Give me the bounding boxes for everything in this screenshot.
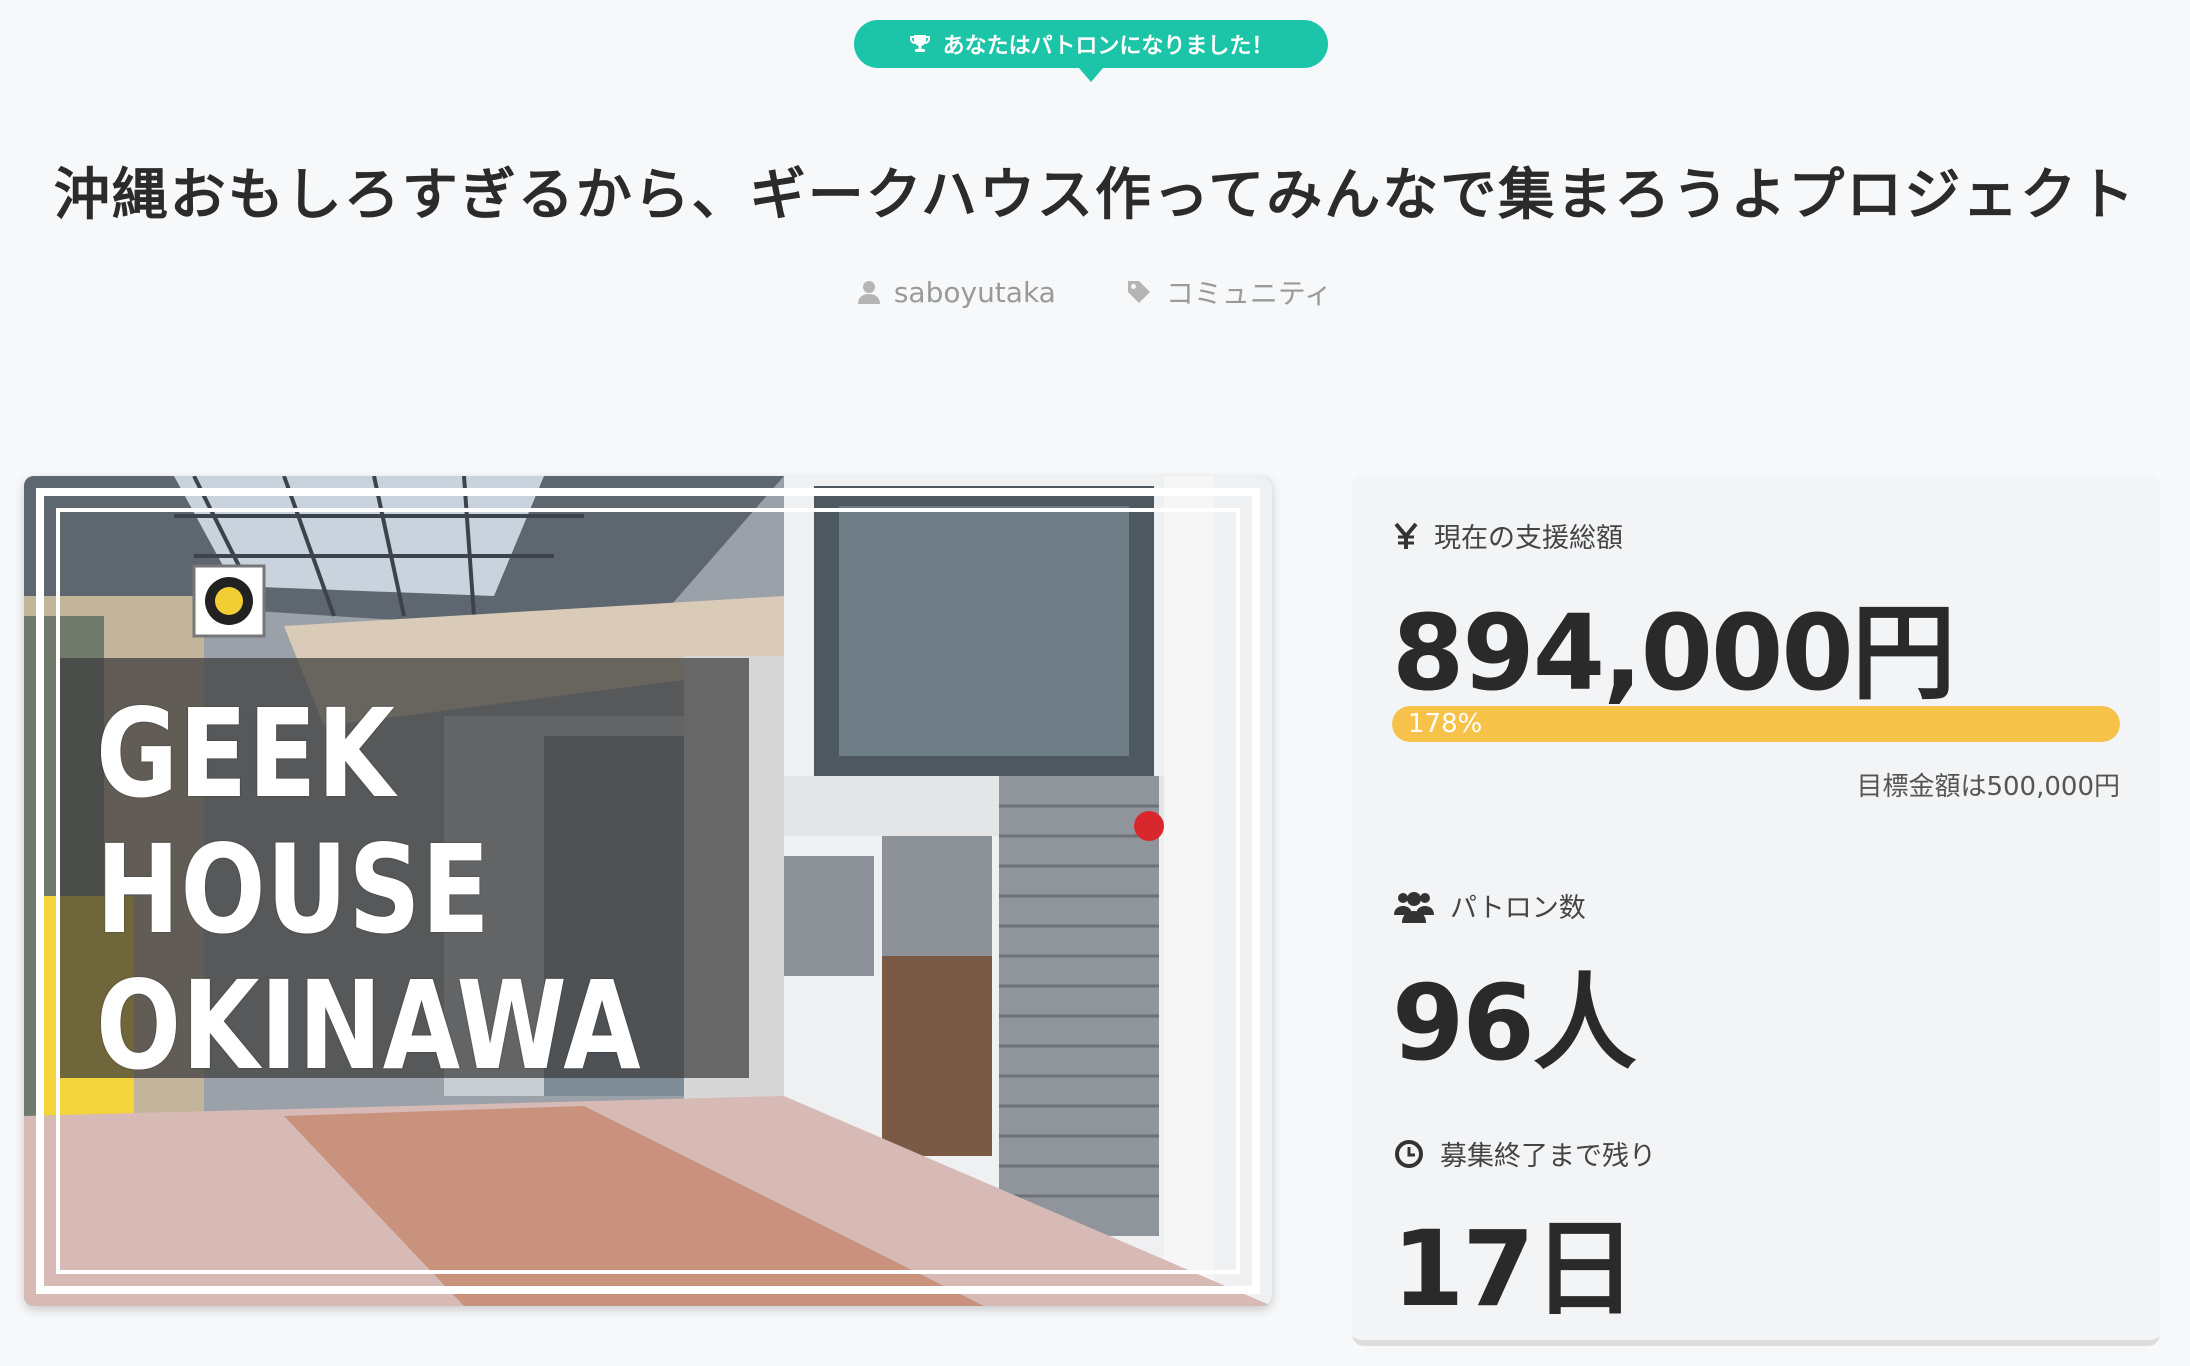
hero-line: HOUSE bbox=[96, 819, 491, 961]
patrons-label: パトロン数 bbox=[1394, 886, 1586, 925]
category-link[interactable]: コミュニティ bbox=[1126, 272, 1332, 312]
funding-stats-panel: 現在の支援総額 894,000円 178% 目標金額は500,000円 パトロン… bbox=[1352, 476, 2160, 1346]
patron-badge: あなたはパトロンになりました！ bbox=[854, 20, 1328, 82]
users-icon bbox=[1394, 889, 1434, 923]
hero-line: OKINAWA bbox=[96, 955, 642, 1097]
progress-percent: 178% bbox=[1408, 709, 1483, 739]
hero-title: GEEK HOUSE OKINAWA bbox=[96, 686, 756, 1094]
hero-line: GEEK bbox=[96, 683, 396, 825]
total-label-text: 現在の支援総額 bbox=[1434, 523, 1623, 554]
patrons-label-text: パトロン数 bbox=[1450, 893, 1586, 924]
goal-amount: 目標金額は500,000円 bbox=[1856, 772, 2120, 802]
funding-progress-bar: 178% bbox=[1392, 706, 2120, 742]
project-meta: saboyutaka コミュニティ bbox=[0, 272, 2190, 312]
progress-fill bbox=[1392, 706, 2120, 742]
trophy-icon bbox=[909, 33, 931, 55]
author-name: saboyutaka bbox=[893, 275, 1056, 309]
patron-count: 96人 bbox=[1392, 962, 1637, 1084]
total-label: 現在の支援総額 bbox=[1394, 516, 1623, 555]
project-title: 沖縄おもしろすぎるから、ギークハウス作ってみんなで集まろうよプロジェクト bbox=[53, 163, 2137, 228]
user-icon bbox=[857, 280, 880, 304]
total-amount: 894,000円 bbox=[1392, 592, 1956, 714]
tag-icon bbox=[1126, 279, 1152, 305]
project-hero-image: GEEK HOUSE OKINAWA bbox=[24, 476, 1272, 1306]
days-remaining: 17日 bbox=[1392, 1208, 1637, 1330]
category-name: コミュニティ bbox=[1165, 277, 1333, 310]
clock-icon bbox=[1394, 1139, 1424, 1169]
badge-text: あなたはパトロンになりました！ bbox=[942, 34, 1274, 59]
remaining-label: 募集終了まで残り bbox=[1394, 1134, 1656, 1173]
author-link[interactable]: saboyutaka bbox=[857, 272, 1056, 312]
remaining-label-text: 募集終了まで残り bbox=[1440, 1141, 1656, 1172]
yen-icon bbox=[1394, 522, 1418, 550]
